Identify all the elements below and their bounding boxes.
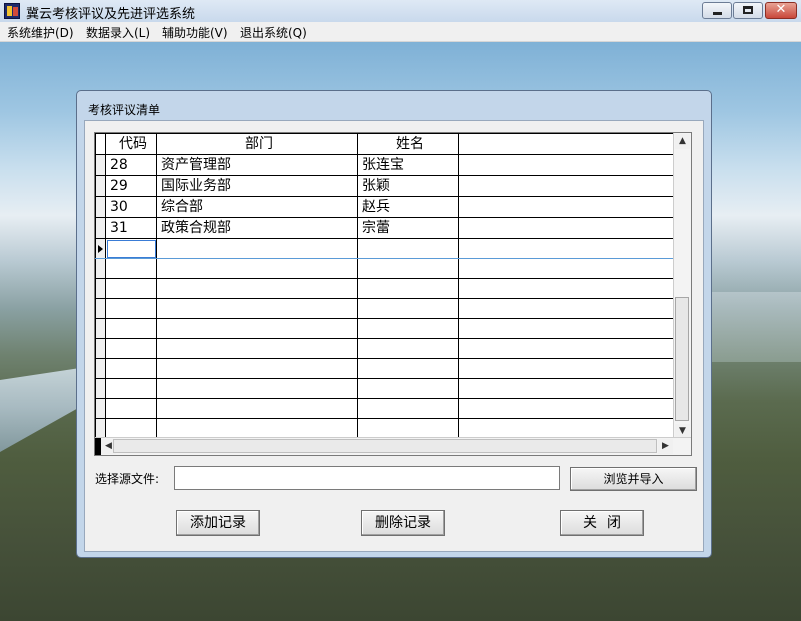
cell-department[interactable]: 资产管理部	[156, 154, 358, 176]
grid-header-row: 代码 部门 姓名	[95, 133, 677, 155]
table-row[interactable]: 31 政策合规部 宗蕾	[95, 217, 677, 239]
delete-record-button[interactable]: 删除记录	[361, 510, 445, 536]
data-grid[interactable]: 代码 部门 姓名 28 资产管理部 张连宝 29 国际业务部 张颖 30 综合部…	[94, 132, 692, 456]
empty-row	[95, 278, 677, 299]
menu-data-entry[interactable]: 数据录入(L)	[86, 24, 150, 41]
menu-system-maintenance[interactable]: 系统维护(D)	[7, 24, 74, 41]
dialog-title: 考核评议清单	[88, 103, 161, 117]
source-file-label: 选择源文件:	[95, 472, 160, 486]
column-header-blank[interactable]	[458, 133, 677, 155]
column-header-department[interactable]: 部门	[156, 133, 358, 155]
cell-department[interactable]: 政策合规部	[156, 217, 358, 239]
cell-code[interactable]: 29	[105, 175, 157, 197]
row-selector[interactable]	[95, 175, 106, 197]
maximize-button[interactable]	[733, 2, 763, 19]
cell-extra[interactable]	[458, 175, 677, 197]
empty-row	[95, 258, 677, 279]
cell-extra[interactable]	[458, 154, 677, 176]
column-header-code[interactable]: 代码	[105, 133, 157, 155]
horizontal-scroll-thumb[interactable]	[113, 439, 657, 453]
row-selector[interactable]	[95, 196, 106, 218]
current-row-selector[interactable]	[95, 238, 106, 259]
menu-exit-system[interactable]: 退出系统(Q)	[240, 24, 307, 41]
cell-code[interactable]: 31	[105, 217, 157, 239]
scroll-right-arrow-icon[interactable]: ▶	[658, 439, 673, 454]
vertical-scroll-thumb[interactable]	[675, 297, 689, 421]
cell-name[interactable]: 张连宝	[357, 154, 459, 176]
table-row[interactable]: 28 资产管理部 张连宝	[95, 154, 677, 176]
current-cell[interactable]	[105, 238, 157, 259]
empty-row	[95, 338, 677, 359]
cell-department[interactable]: 综合部	[156, 196, 358, 218]
row-selector[interactable]	[95, 154, 106, 176]
horizontal-scrollbar[interactable]: ◀ ▶	[95, 437, 691, 455]
review-list-dialog: 考核评议清单 代码 部门 姓名 28 资产管理部 张连宝 29 国际业务部 张颖…	[76, 90, 712, 558]
title-bar: 冀云考核评议及先进评选系统 ✕	[0, 0, 801, 22]
cell-department[interactable]: 国际业务部	[156, 175, 358, 197]
empty-row	[95, 318, 677, 339]
close-button[interactable]: 关闭	[560, 510, 644, 536]
row-selector[interactable]	[95, 217, 106, 239]
browse-import-button[interactable]: 浏览并导入	[570, 467, 697, 491]
empty-row	[95, 298, 677, 319]
add-record-button[interactable]: 添加记录	[176, 510, 260, 536]
vertical-scrollbar[interactable]: ▲ ▼	[673, 133, 691, 439]
row-pointer-icon	[98, 244, 103, 253]
table-row[interactable]: 29 国际业务部 张颖	[95, 175, 677, 197]
column-header-name[interactable]: 姓名	[357, 133, 459, 155]
window-close-button[interactable]: ✕	[765, 2, 797, 19]
window-title: 冀云考核评议及先进评选系统	[26, 7, 196, 22]
cell-extra[interactable]	[458, 196, 677, 218]
table-row[interactable]: 30 综合部 赵兵	[95, 196, 677, 218]
cell-name[interactable]: 宗蕾	[357, 217, 459, 239]
source-file-input[interactable]	[174, 466, 560, 490]
cell-name[interactable]: 赵兵	[357, 196, 459, 218]
cell-name[interactable]	[357, 238, 459, 259]
empty-row	[95, 358, 677, 379]
cell-department[interactable]	[156, 238, 358, 259]
header-row-selector	[95, 133, 106, 155]
cell-name[interactable]: 张颖	[357, 175, 459, 197]
empty-row	[95, 418, 677, 439]
menu-bar: 系统维护(D) 数据录入(L) 辅助功能(V) 退出系统(Q)	[0, 22, 801, 42]
app-icon	[4, 3, 20, 19]
cell-code[interactable]: 30	[105, 196, 157, 218]
cell-extra[interactable]	[458, 217, 677, 239]
empty-row	[95, 398, 677, 419]
minimize-button[interactable]	[702, 2, 732, 19]
cell-extra[interactable]	[458, 238, 677, 259]
menu-auxiliary-functions[interactable]: 辅助功能(V)	[162, 24, 228, 41]
scroll-up-arrow-icon[interactable]: ▲	[675, 134, 690, 149]
background-ridge	[700, 292, 801, 362]
grid-table: 代码 部门 姓名 28 资产管理部 张连宝 29 国际业务部 张颖 30 综合部…	[95, 133, 677, 455]
new-record-row[interactable]	[95, 238, 677, 259]
dialog-body: 代码 部门 姓名 28 资产管理部 张连宝 29 国际业务部 张颖 30 综合部…	[84, 120, 704, 552]
empty-row	[95, 378, 677, 399]
cell-code[interactable]: 28	[105, 154, 157, 176]
minimize-icon	[713, 12, 722, 15]
close-icon: ✕	[775, 2, 787, 17]
maximize-icon	[743, 6, 753, 14]
